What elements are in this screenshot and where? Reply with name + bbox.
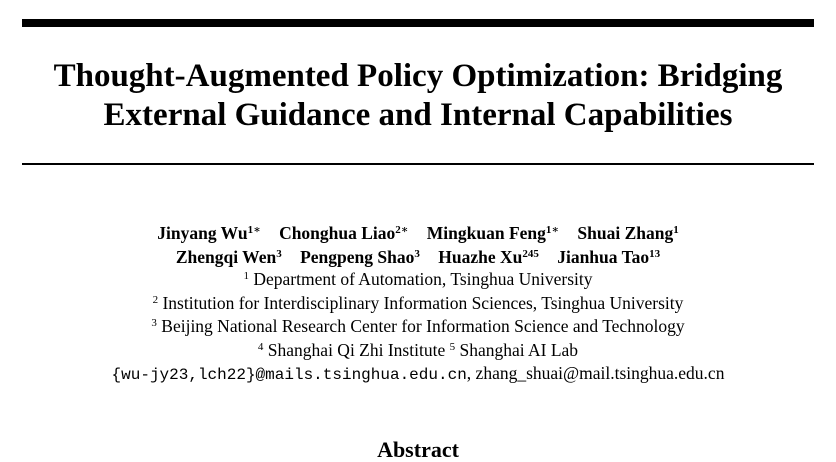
- title-line-1: Thought-Augmented Policy Optimization: B…: [53, 58, 783, 94]
- top-rule: [22, 19, 814, 27]
- affiliation: 1 Department of Automation, Tsinghua Uni…: [243, 269, 593, 289]
- author: Jinyang Wu1∗: [157, 223, 261, 243]
- author: Jianhua Tao13: [557, 247, 661, 267]
- author: Chonghua Liao2∗: [279, 223, 409, 243]
- abstract-heading: Abstract: [377, 437, 459, 462]
- email-group: {wu-jy23,lch22}@mails.tsinghua.edu.cn: [111, 366, 467, 384]
- affiliation: 3 Beijing National Research Center for I…: [151, 316, 685, 336]
- author: Huazhe Xu245: [438, 247, 539, 267]
- author: Zhengqi Wen3: [175, 247, 282, 267]
- affiliation: 4 Shanghai Qi Zhi Institute 5 Shanghai A…: [257, 339, 579, 360]
- bottom-rule: [22, 163, 814, 165]
- paper-title: Thought-Augmented Policy Optimization: B…: [0, 57, 836, 135]
- author-line-1: Jinyang Wu1∗ Chonghua Liao2∗ Mingkuan Fe…: [0, 221, 836, 245]
- email-line: {wu-jy23,lch22}@mails.tsinghua.edu.cn, z…: [111, 363, 725, 384]
- title-line-2: External Guidance and Internal Capabilit…: [103, 97, 733, 133]
- email: zhang_shuai@mail.tsinghua.edu.cn: [475, 363, 725, 383]
- author: Mingkuan Feng1∗: [426, 223, 560, 243]
- affiliation: 2 Institution for Interdisciplinary Info…: [152, 292, 684, 313]
- author: Pengpeng Shao3: [300, 247, 420, 267]
- affiliation-list: 1 Department of Automation, Tsinghua Uni…: [0, 268, 836, 388]
- author-list: Jinyang Wu1∗ Chonghua Liao2∗ Mingkuan Fe…: [0, 221, 836, 269]
- author-line-2: Zhengqi Wen3 Pengpeng Shao3 Huazhe Xu245…: [0, 245, 836, 269]
- author: Shuai Zhang1: [577, 223, 679, 243]
